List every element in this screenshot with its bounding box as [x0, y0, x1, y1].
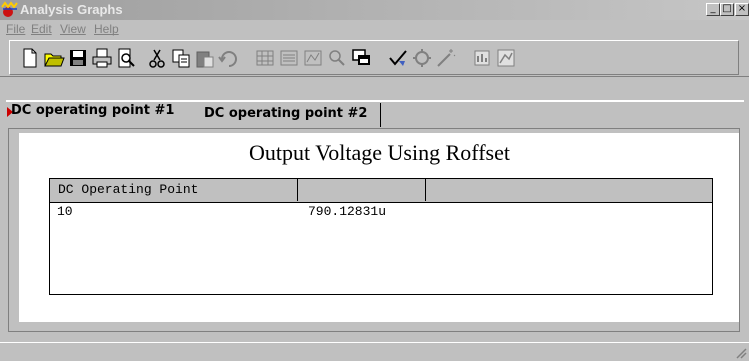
results-table: DC Operating Point 10 790.12831u	[49, 178, 713, 295]
menu-view[interactable]: View	[60, 22, 86, 36]
print-button[interactable]	[91, 47, 113, 69]
close-icon: ×	[737, 3, 747, 14]
chart-button[interactable]	[302, 47, 324, 69]
wand-icon	[437, 49, 456, 67]
list-icon	[280, 50, 298, 66]
wand-button[interactable]	[435, 47, 457, 69]
close-button[interactable]: ×	[735, 3, 749, 16]
table-cell: 790.12831u	[308, 204, 387, 219]
zoom-button[interactable]	[326, 47, 348, 69]
graph-icon	[497, 49, 515, 67]
new-icon	[23, 48, 37, 68]
tab-dc-operating-point-2[interactable]: DC operating point #2	[198, 103, 381, 127]
tab-dc-operating-point-1[interactable]: DC operating point #1	[11, 103, 174, 125]
export-icon	[474, 50, 490, 66]
app-icon[interactable]	[1, 1, 18, 18]
window-button[interactable]	[350, 47, 372, 69]
status-bar	[0, 342, 749, 361]
undo-button[interactable]	[218, 47, 240, 69]
open-button[interactable]	[43, 47, 65, 69]
check-icon	[389, 50, 407, 66]
column-header[interactable]	[298, 179, 426, 201]
column-header[interactable]: DC Operating Point	[50, 179, 298, 201]
title-bar[interactable]: Analysis Graphs _ □ ×	[0, 0, 749, 20]
graph-button[interactable]	[495, 47, 517, 69]
tab-label: DC operating point #2	[204, 106, 368, 121]
zoom-icon	[329, 50, 345, 66]
undo-icon	[218, 51, 237, 67]
print-icon	[92, 48, 112, 68]
grid-icon	[256, 50, 274, 66]
print-preview-button[interactable]	[115, 47, 137, 69]
chart-icon	[304, 50, 322, 66]
export-button[interactable]	[471, 47, 493, 69]
save-button[interactable]	[67, 47, 89, 69]
grid-button[interactable]	[254, 47, 276, 69]
menu-bar: File Edit View Help	[0, 21, 749, 39]
cut-icon	[149, 49, 165, 68]
paste-button[interactable]	[194, 47, 216, 69]
table-header: DC Operating Point	[50, 179, 712, 203]
save-icon	[70, 50, 86, 66]
toolbar-divider	[0, 76, 749, 77]
menu-edit[interactable]: Edit	[31, 22, 52, 36]
table-cell: 10	[57, 204, 73, 219]
tab-strip	[6, 100, 744, 102]
window-icon	[352, 49, 370, 65]
paste-icon	[196, 51, 214, 68]
minimize-icon: _	[710, 3, 716, 14]
open-icon	[44, 53, 65, 67]
resize-grip-icon[interactable]	[735, 347, 747, 359]
toolbar	[9, 40, 739, 75]
copy-icon	[172, 49, 190, 68]
copy-button[interactable]	[170, 47, 192, 69]
check-button[interactable]	[387, 47, 409, 69]
settings-button[interactable]	[411, 47, 433, 69]
analysis-graphs-window: Analysis Graphs _ □ × File Edit View Hel…	[0, 0, 749, 360]
menu-help[interactable]: Help	[94, 22, 119, 36]
print-preview-icon	[118, 48, 135, 68]
graph-title: Output Voltage Using Roffset	[249, 140, 510, 165]
maximize-button[interactable]: □	[720, 3, 734, 16]
list-button[interactable]	[278, 47, 300, 69]
settings-icon	[413, 49, 431, 67]
window-title: Analysis Graphs	[20, 2, 123, 17]
cut-button[interactable]	[146, 47, 168, 69]
menu-file[interactable]: File	[6, 22, 25, 36]
new-button[interactable]	[19, 47, 41, 69]
maximize-icon: □	[722, 3, 732, 14]
minimize-button[interactable]: _	[706, 3, 720, 16]
